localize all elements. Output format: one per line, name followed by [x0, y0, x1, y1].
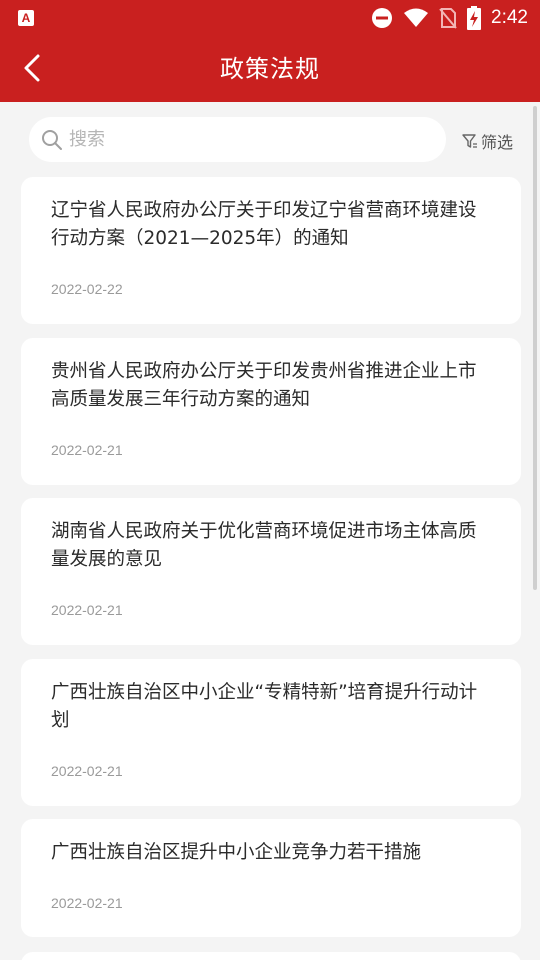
- policy-title: 贵州省人民政府办公厅关于印发贵州省推进企业上市高质量发展三年行动方案的通知: [51, 361, 477, 410]
- search-input[interactable]: [69, 129, 409, 150]
- policy-date: 2022-02-21: [51, 763, 123, 779]
- policy-card[interactable]: 湖南省人民政府关于优化营商环境促进市场主体高质量发展的意见 2022-02-21: [21, 498, 521, 645]
- app-notification-icon: A: [18, 10, 34, 26]
- scrollbar[interactable]: [533, 106, 537, 590]
- search-row: 筛选: [0, 102, 540, 176]
- policy-date: 2022-02-21: [51, 895, 123, 911]
- search-icon: [42, 129, 62, 150]
- policy-date: 2022-02-21: [51, 442, 123, 458]
- policy-title: 湖南省人民政府关于优化营商环境促进市场主体高质量发展的意见: [51, 521, 477, 570]
- title-bar: 政策法规: [0, 36, 540, 102]
- policy-title: 广西壮族自治区中小企业“专精特新”培育提升行动计划: [51, 682, 478, 731]
- status-time: 2:42: [491, 7, 528, 28]
- filter-icon: [462, 134, 477, 148]
- page-title: 政策法规: [220, 55, 320, 83]
- filter-label: 筛选: [481, 133, 514, 152]
- status-bar: A 2:42: [0, 0, 540, 36]
- search-box[interactable]: [29, 117, 446, 162]
- policy-card[interactable]: 贵州省人民政府办公厅关于印发贵州省推进企业上市高质量发展三年行动方案的通知 20…: [21, 338, 521, 485]
- policy-card[interactable]: 广西壮族自治区中小企业“专精特新”培育提升行动计划 2022-02-21: [21, 659, 521, 806]
- wifi-icon: [404, 8, 429, 27]
- policy-card-partial[interactable]: [21, 952, 521, 960]
- do-not-disturb-icon: [372, 8, 393, 28]
- filter-button[interactable]: 筛选: [462, 129, 513, 153]
- policy-card[interactable]: 广西壮族自治区提升中小企业竞争力若干措施 2022-02-21: [21, 819, 521, 937]
- policy-date: 2022-02-22: [51, 281, 123, 297]
- battery-charging-icon: [467, 6, 482, 30]
- policy-date: 2022-02-21: [51, 602, 123, 618]
- app-header: A 2:42 政策法规: [0, 0, 540, 102]
- policy-title: 广西壮族自治区提升中小企业竞争力若干措施: [51, 842, 422, 863]
- no-sim-icon: [439, 8, 457, 29]
- policy-card[interactable]: 辽宁省人民政府办公厅关于印发辽宁省营商环境建设行动方案（2021—2025年）的…: [21, 177, 521, 324]
- policy-title: 辽宁省人民政府办公厅关于印发辽宁省营商环境建设行动方案（2021—2025年）的…: [51, 200, 477, 249]
